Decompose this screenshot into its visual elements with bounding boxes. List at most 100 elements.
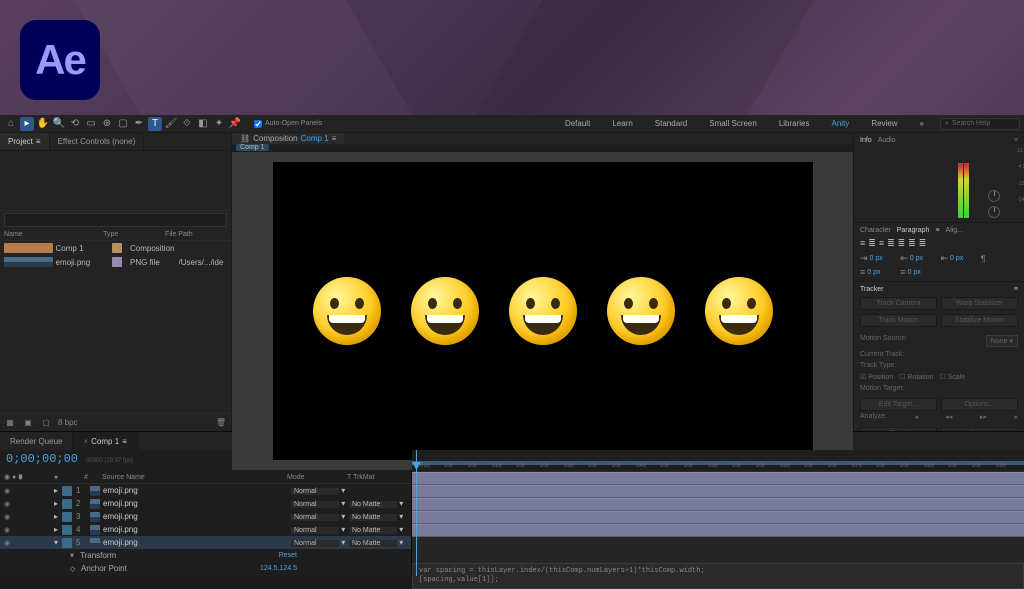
analyze-fwd-1-icon[interactable]: ▸: [1014, 413, 1018, 421]
options-button[interactable]: Options...: [941, 398, 1018, 411]
layer-row-2[interactable]: ◉ ▸ 2 emoji.png Normal ▾ No Matte ▾: [0, 497, 411, 510]
panel-menu-icon[interactable]: ≡: [36, 137, 41, 146]
project-item-comp1[interactable]: Comp 1 Composition: [0, 241, 231, 255]
indent-right-val[interactable]: 0 px: [950, 255, 963, 262]
emoji-layer-1[interactable]: [313, 277, 381, 345]
panel-menu-icon[interactable]: ≡: [935, 227, 939, 234]
bpc-label[interactable]: 8 bpc: [58, 418, 78, 427]
auto-open-checkbox-input[interactable]: [254, 120, 262, 128]
new-comp-icon[interactable]: ▢: [40, 417, 52, 429]
workspace-libraries[interactable]: Libraries: [773, 118, 816, 129]
layer-row-5[interactable]: ◉ ▾ 5 emoji.png Normal ▾ No Matte ▾: [0, 536, 411, 549]
project-tab[interactable]: Project ≡: [0, 133, 50, 150]
space-before-val[interactable]: 0 px: [867, 269, 880, 276]
comp-canvas[interactable]: [273, 162, 813, 460]
twirl-icon[interactable]: ▸: [54, 525, 62, 534]
trkmat-dropdown[interactable]: No Matte: [349, 514, 397, 521]
blend-mode-dropdown[interactable]: Normal: [291, 540, 339, 547]
layer-label-swatch[interactable]: [62, 499, 72, 509]
panel-menu-icon[interactable]: ≡: [1014, 286, 1018, 293]
blend-mode-dropdown[interactable]: Normal: [291, 501, 339, 508]
col-name[interactable]: Name: [4, 231, 85, 238]
workspace-more-icon[interactable]: »: [914, 118, 930, 129]
emoji-layer-5[interactable]: [705, 277, 773, 345]
col-source-name[interactable]: Source Name: [102, 474, 287, 481]
justify-all-icon[interactable]: ≣: [919, 238, 927, 249]
audio-knob-r[interactable]: [988, 206, 1000, 218]
blend-mode-dropdown[interactable]: Normal: [291, 488, 339, 495]
expression-editor[interactable]: var spacing = thisLayer.index/(thisComp.…: [412, 563, 1024, 589]
layer-label-swatch[interactable]: [62, 486, 72, 496]
position-checkbox[interactable]: ☑ Position: [860, 373, 893, 381]
composition-viewer[interactable]: [232, 152, 853, 470]
layer-bar-1[interactable]: [412, 472, 1024, 485]
analyze-back-1-icon[interactable]: ◂: [914, 413, 918, 421]
align-tab[interactable]: Alig...: [946, 227, 964, 234]
space-after-val[interactable]: 0 px: [908, 269, 921, 276]
twirl-icon[interactable]: ▾: [54, 538, 62, 547]
align-center-icon[interactable]: ≣: [868, 238, 876, 249]
emoji-layer-2[interactable]: [411, 277, 479, 345]
layer-bar-2[interactable]: [412, 485, 1024, 498]
roto-tool-icon[interactable]: ✦: [212, 117, 226, 131]
track-camera-button[interactable]: Track Camera: [860, 297, 937, 310]
layer-bar-4[interactable]: [412, 511, 1024, 524]
workspace-default[interactable]: Default: [559, 118, 596, 129]
anchor-value[interactable]: 124.5,124.5: [260, 565, 297, 572]
info-tab[interactable]: Info: [860, 137, 872, 144]
workspace-learn[interactable]: Learn: [606, 118, 638, 129]
panel-menu-icon[interactable]: ≡: [1014, 137, 1018, 144]
layer-name[interactable]: emoji.png: [103, 499, 291, 508]
col-path[interactable]: File Path: [165, 231, 227, 238]
video-switch-icon[interactable]: ◉: [4, 487, 12, 495]
search-help-input[interactable]: ⌕ Search Help: [940, 118, 1020, 130]
stopwatch-icon[interactable]: ◇: [70, 565, 78, 573]
workspace-review[interactable]: Review: [865, 118, 903, 129]
hand-tool-icon[interactable]: ✋: [36, 117, 50, 131]
layer-name[interactable]: emoji.png: [103, 525, 291, 534]
label-swatch[interactable]: [112, 257, 122, 267]
justify-last-center-icon[interactable]: ≣: [898, 238, 906, 249]
workspace-standard[interactable]: Standard: [649, 118, 693, 129]
layer-name[interactable]: emoji.png: [103, 538, 291, 547]
analyze-back-icon[interactable]: ◂◂: [945, 413, 952, 421]
indent-first-val[interactable]: 0 px: [910, 255, 923, 262]
ae-app-icon[interactable]: Ae: [20, 20, 100, 100]
motion-source-dropdown[interactable]: None ▾: [986, 335, 1018, 347]
audio-switch-icon[interactable]: [14, 487, 22, 495]
justify-last-left-icon[interactable]: ≣: [887, 238, 895, 249]
solo-switch-icon[interactable]: [24, 487, 32, 495]
delete-icon[interactable]: 🗑: [215, 417, 227, 429]
video-switch-icon[interactable]: ◉: [4, 513, 12, 521]
audio-tab[interactable]: Audio: [878, 137, 896, 144]
clone-tool-icon[interactable]: ⟐: [180, 117, 194, 131]
video-switch-icon[interactable]: ◉: [4, 500, 12, 508]
stabilize-motion-button[interactable]: Stabilize Motion: [941, 314, 1018, 327]
panel-menu-icon[interactable]: ≡: [122, 437, 127, 446]
zoom-tool-icon[interactable]: 🔍: [52, 117, 66, 131]
auto-open-panels-checkbox[interactable]: Auto-Open Panels: [254, 120, 322, 128]
twirl-icon[interactable]: ▸: [54, 499, 62, 508]
layer-name[interactable]: emoji.png: [103, 512, 291, 521]
type-tool-icon[interactable]: T: [148, 117, 162, 131]
col-type[interactable]: Type: [103, 231, 165, 238]
character-tab[interactable]: Character: [860, 227, 891, 234]
camera-tool-icon[interactable]: ▭: [84, 117, 98, 131]
layer-bar-5[interactable]: [412, 524, 1024, 537]
scale-checkbox[interactable]: ☐ Scale: [939, 373, 965, 381]
pen-tool-icon[interactable]: ✒: [132, 117, 146, 131]
comp-viewer-tab[interactable]: ⛓ Composition Comp 1 ≡: [232, 133, 344, 144]
label-swatch[interactable]: [112, 243, 122, 253]
twirl-icon[interactable]: ▾: [70, 551, 80, 560]
expression-code[interactable]: var spacing = thisLayer.index/(thisComp.…: [419, 567, 1017, 585]
emoji-layer-4[interactable]: [607, 277, 675, 345]
project-item-emoji[interactable]: emoji.png PNG file /Users/.../ide: [0, 255, 231, 269]
twirl-icon[interactable]: ▸: [54, 486, 62, 495]
blend-mode-dropdown[interactable]: Normal: [291, 527, 339, 534]
mini-flowchart[interactable]: Comp 1: [232, 144, 853, 152]
justify-last-right-icon[interactable]: ≣: [908, 238, 916, 249]
project-search-input[interactable]: [4, 213, 227, 227]
workspace-small-screen[interactable]: Small Screen: [703, 118, 763, 129]
timeline-graph-area[interactable]: 01s10f20f02s10f20f03s10f20f04s10f20f05s1…: [412, 450, 1024, 576]
timeline-ruler[interactable]: 01s10f20f02s10f20f03s10f20f04s10f20f05s1…: [412, 450, 1024, 472]
